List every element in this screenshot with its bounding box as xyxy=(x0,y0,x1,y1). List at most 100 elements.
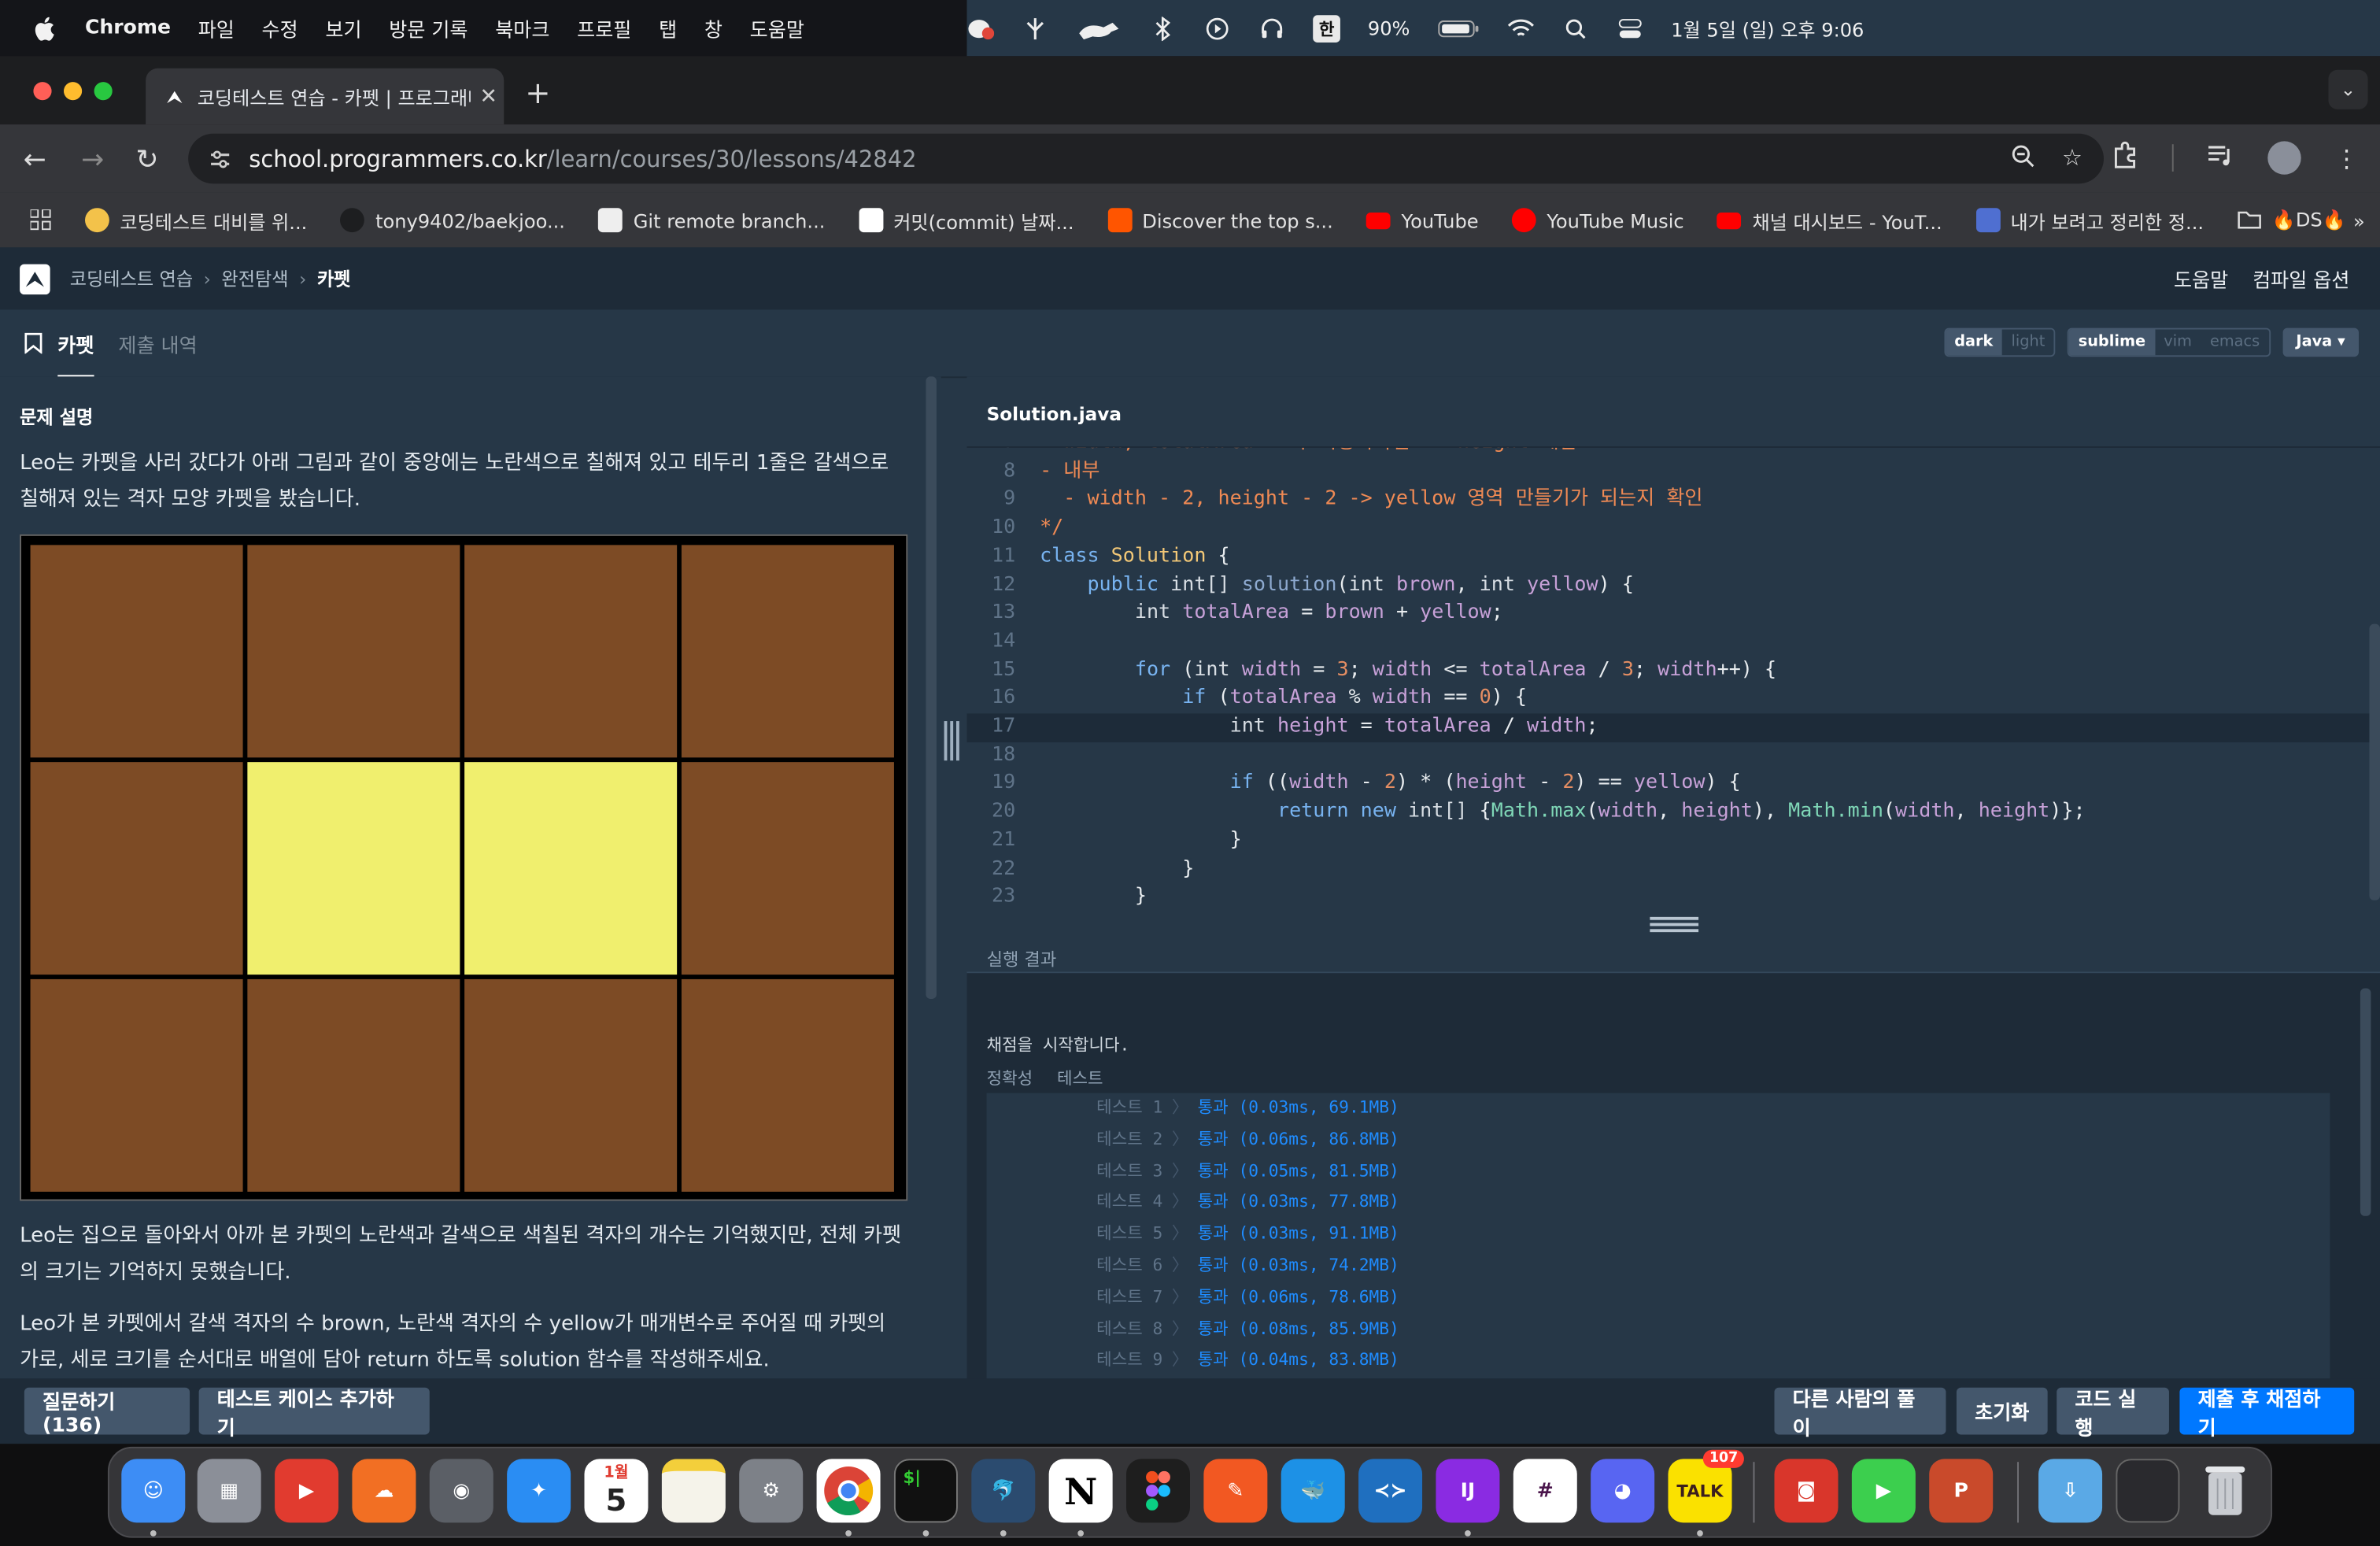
app-menu[interactable]: Chrome xyxy=(85,17,171,39)
pane-splitter-handle[interactable] xyxy=(944,718,959,764)
downloads-folder-icon[interactable]: ⇩ xyxy=(2038,1459,2103,1523)
trash-icon[interactable] xyxy=(2193,1459,2257,1522)
bluetooth-icon[interactable] xyxy=(1149,16,1177,41)
bookmark-item[interactable]: Discover the top s... xyxy=(1107,208,1333,233)
breadcrumb-item[interactable]: 완전탐색 xyxy=(221,268,288,290)
description-scrollbar[interactable] xyxy=(926,376,937,999)
editor-scrollbar[interactable] xyxy=(2369,623,2380,901)
runcat-icon[interactable] xyxy=(1076,16,1122,40)
compile-options-link[interactable]: 컴파일 옵션 xyxy=(2252,264,2349,293)
zoom-icon[interactable] xyxy=(2010,143,2034,174)
screenshot-stack-icon[interactable] xyxy=(2116,1459,2180,1523)
new-tab-button[interactable]: + xyxy=(525,75,550,111)
bookmark-star-icon[interactable]: ☆ xyxy=(2062,143,2082,174)
output-scrollbar[interactable] xyxy=(2360,988,2371,1216)
headphones-icon[interactable] xyxy=(1258,16,1286,40)
submit-button[interactable]: 제출 후 채점하기 xyxy=(2179,1387,2355,1440)
code-editor[interactable]: 7 width, totalArea - 가 가능하다면 -> height 계… xyxy=(966,446,2380,908)
language-select[interactable]: Java ▾ xyxy=(2282,327,2359,357)
zoom-window-button[interactable] xyxy=(94,82,113,101)
close-window-button[interactable] xyxy=(33,82,52,101)
bookmark-item[interactable]: 코딩테스트 대비를 위... xyxy=(85,205,307,235)
menu-history[interactable]: 방문 기록 xyxy=(389,13,468,43)
more-bookmarks-icon[interactable]: » xyxy=(2353,209,2365,231)
docker-icon[interactable]: 🐳 xyxy=(1281,1459,1345,1523)
menu-edit[interactable]: 수정 xyxy=(262,13,298,43)
menu-window[interactable]: 창 xyxy=(704,13,722,43)
bookmark-item[interactable]: tony9402/baekjoo... xyxy=(340,208,565,233)
keymap-emacs-option[interactable]: emacs xyxy=(2201,329,2269,356)
keymap-vim-option[interactable]: vim xyxy=(2154,329,2201,356)
add-test-case-button[interactable]: 테스트 케이스 추가하기 xyxy=(198,1387,430,1440)
back-arrow-icon[interactable]: ← xyxy=(18,142,51,176)
theme-light-option[interactable]: light xyxy=(2001,329,2054,356)
photo-booth-icon[interactable]: ◙ xyxy=(1774,1459,1839,1523)
notes-icon[interactable] xyxy=(661,1459,726,1523)
safari-icon[interactable]: ✦ xyxy=(507,1459,571,1523)
menu-tab[interactable]: 탭 xyxy=(659,13,677,43)
bookmark-item[interactable]: Git remote branch... xyxy=(598,208,825,233)
browser-tab-active[interactable]: 코딩테스트 연습 - 카펫 | 프로그래머스 ✕ xyxy=(146,68,504,125)
tab-search-button[interactable]: ⌄ xyxy=(2328,69,2368,109)
system-settings-icon[interactable]: ⚙ xyxy=(739,1459,804,1523)
menu-help[interactable]: 도움말 xyxy=(750,13,804,43)
battery-icon[interactable] xyxy=(1437,16,1480,40)
facetime-icon[interactable]: ▶ xyxy=(1851,1459,1916,1523)
help-link[interactable]: 도움말 xyxy=(2174,264,2228,293)
forward-arrow-icon[interactable]: → xyxy=(76,142,109,176)
discord-icon[interactable]: ◕ xyxy=(1591,1459,1655,1523)
keymap-sublime-option[interactable]: sublime xyxy=(2069,329,2155,356)
tab-problem[interactable]: 카펫 xyxy=(24,309,94,379)
menu-profile[interactable]: 프로필 xyxy=(577,13,631,43)
bookmark-item[interactable]: 채널 대시보드 - YouT... xyxy=(1717,205,1942,235)
chat-status-icon[interactable] xyxy=(967,16,995,40)
music-player-icon[interactable]: ▶ xyxy=(275,1459,339,1523)
site-settings-icon[interactable] xyxy=(206,145,234,172)
bookmark-item[interactable]: YouTube xyxy=(1366,209,1479,231)
spotlight-search-icon[interactable] xyxy=(1561,16,1589,40)
output-tab-accuracy[interactable]: 정확성 xyxy=(987,1066,1033,1090)
kakaotalk-icon[interactable]: TALK 107 xyxy=(1668,1449,1744,1523)
calendar-icon[interactable]: 1월 5 xyxy=(584,1459,649,1523)
figma-icon[interactable] xyxy=(1126,1459,1190,1523)
fork-status-icon[interactable] xyxy=(1022,16,1049,40)
profile-avatar[interactable] xyxy=(2267,141,2301,175)
other-solutions-button[interactable]: 다른 사람의 풀이 xyxy=(1774,1387,1946,1440)
run-code-button[interactable]: 코드 실행 xyxy=(2057,1387,2169,1440)
play-status-icon[interactable] xyxy=(1203,16,1231,40)
finder-icon[interactable]: ☺ xyxy=(121,1459,186,1523)
output-tab-test[interactable]: 테스트 xyxy=(1057,1066,1103,1090)
menu-clock[interactable]: 1월 5일 (일) 오후 9:06 xyxy=(1671,13,1864,43)
tab-submissions[interactable]: 제출 내역 xyxy=(118,309,197,376)
intellij-icon[interactable]: IJ xyxy=(1436,1459,1500,1523)
wifi-icon[interactable] xyxy=(1507,16,1535,40)
extensions-icon[interactable] xyxy=(2112,141,2139,174)
chrome-icon[interactable] xyxy=(816,1459,881,1523)
paw-icon[interactable]: ✎ xyxy=(1203,1459,1268,1523)
bookmark-item[interactable]: 커밋(commit) 날짜... xyxy=(858,205,1074,235)
terminal-icon[interactable]: $| xyxy=(893,1459,958,1523)
control-center-icon[interactable] xyxy=(1617,16,1644,40)
powerpoint-icon[interactable]: P xyxy=(1929,1459,1994,1523)
input-source-indicator[interactable]: 한 xyxy=(1313,14,1341,43)
chrome-menu-icon[interactable]: ⋮ xyxy=(2334,143,2359,172)
apps-grid-icon[interactable] xyxy=(30,209,52,231)
breadcrumb-item[interactable]: 코딩테스트 연습 xyxy=(70,268,193,290)
slack-icon[interactable]: # xyxy=(1513,1459,1577,1523)
close-tab-icon[interactable]: ✕ xyxy=(479,84,497,109)
theme-dark-option[interactable]: dark xyxy=(1945,329,2002,356)
bookmark-item[interactable]: YouTube Music xyxy=(1512,208,1684,233)
ask-question-button[interactable]: 질문하기 (136) xyxy=(24,1387,190,1437)
media-controls-icon[interactable] xyxy=(2207,142,2234,173)
reload-icon[interactable]: ↻ xyxy=(131,142,164,176)
bookmark-folder[interactable]: 🔥DS🔥 xyxy=(2237,208,2346,232)
soundcloud-app-icon[interactable]: ☁ xyxy=(352,1459,416,1523)
programmers-logo[interactable] xyxy=(20,263,50,294)
bookmark-item[interactable]: 내가 보려고 정리한 정... xyxy=(1975,205,2204,235)
menu-file[interactable]: 파일 xyxy=(198,13,235,43)
address-bar[interactable]: school.programmers.co.kr/learn/courses/3… xyxy=(188,133,2105,184)
apple-icon[interactable] xyxy=(31,13,61,43)
minimize-window-button[interactable] xyxy=(64,82,83,101)
resize-handle-icon[interactable] xyxy=(1650,916,1699,933)
launchpad-icon[interactable]: ▦ xyxy=(197,1459,261,1523)
